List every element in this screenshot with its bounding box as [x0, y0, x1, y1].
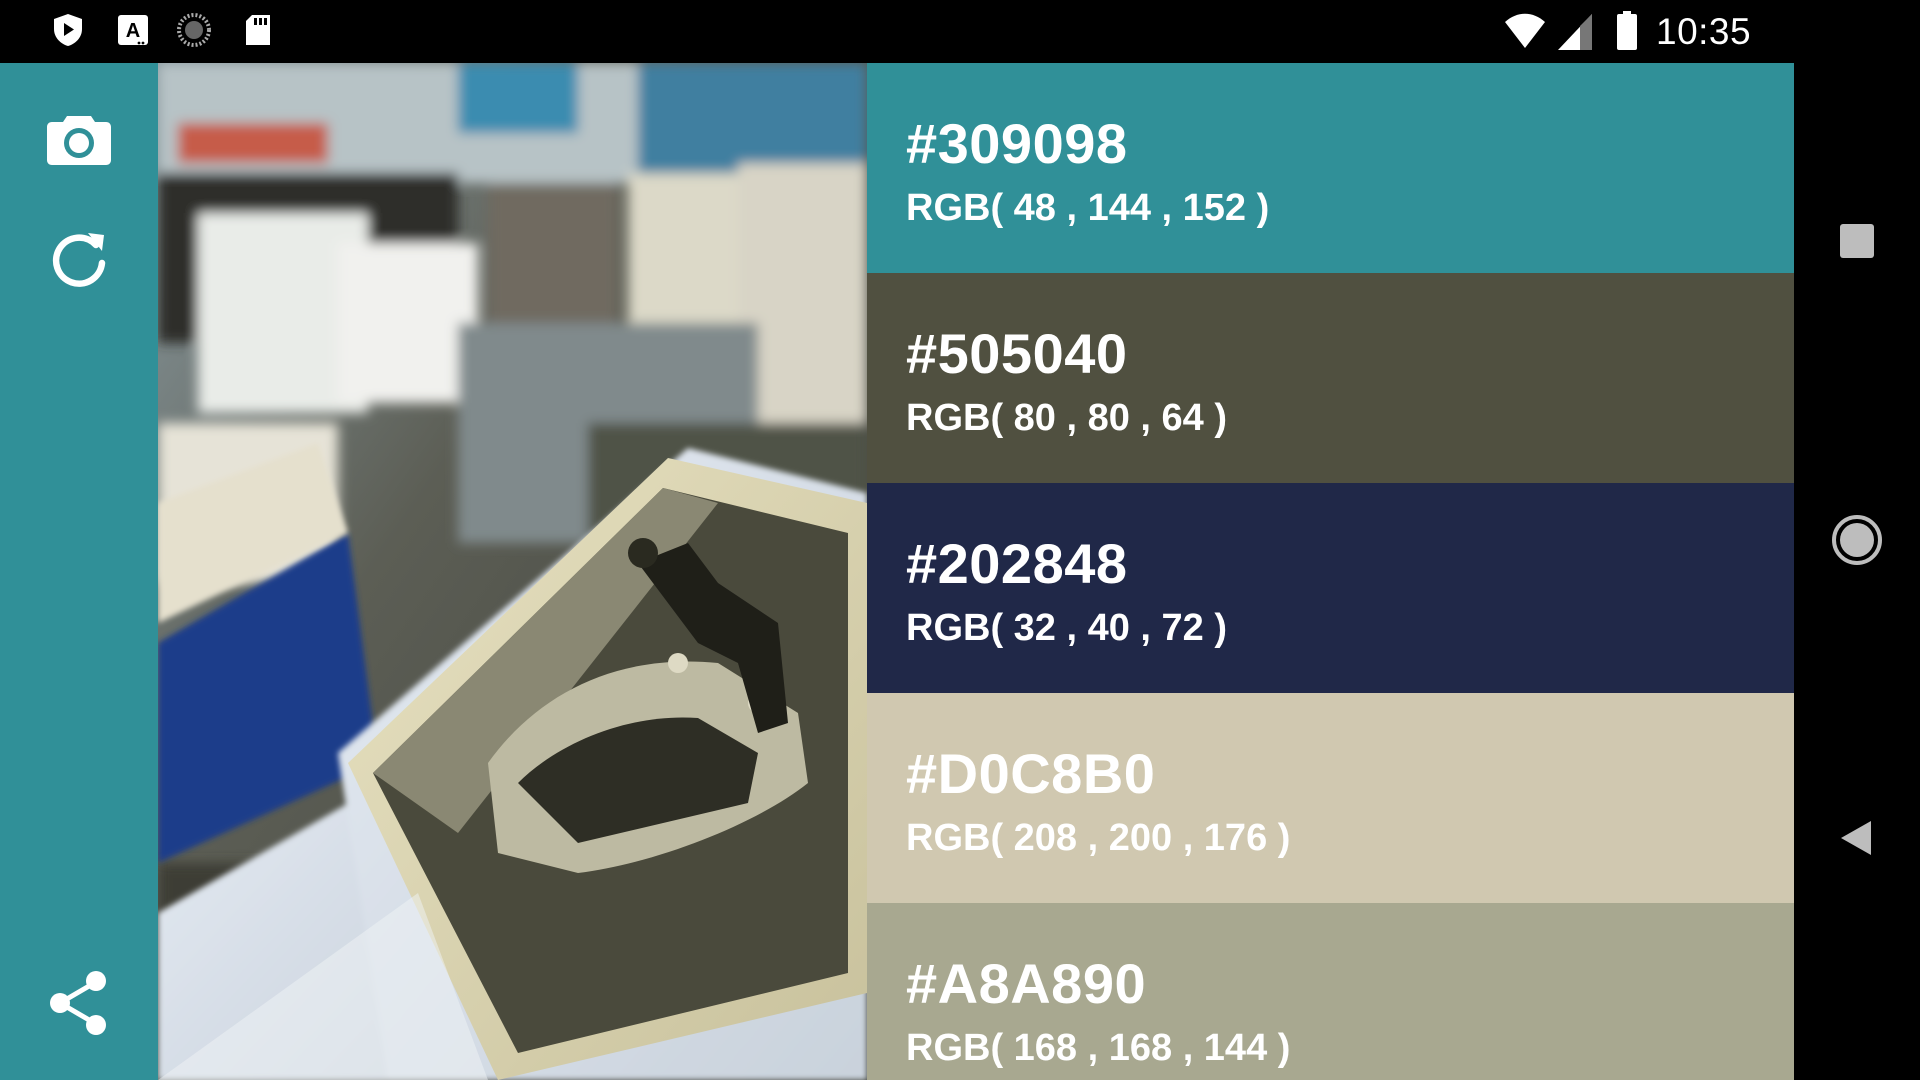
- camera-icon: [47, 116, 111, 165]
- swatch-rgb: RGB( 208 , 200 , 176 ): [906, 817, 1291, 859]
- palette-swatch[interactable]: #309098 RGB( 48 , 144 , 152 ): [867, 63, 1794, 273]
- svg-text:A: A: [126, 20, 140, 42]
- palette-swatch[interactable]: #202848 RGB( 32 , 40 , 72 ): [867, 483, 1794, 693]
- swatch-hex: #D0C8B0: [906, 742, 1156, 805]
- battery-icon: [1614, 0, 1640, 63]
- swatch-rgb: RGB( 32 , 40 , 72 ): [906, 607, 1228, 649]
- swatch-rgb: RGB( 48 , 144 , 152 ): [906, 187, 1270, 229]
- swatch-hex: #505040: [906, 322, 1128, 385]
- share-button[interactable]: [39, 963, 119, 1043]
- home-button[interactable]: [1824, 507, 1890, 573]
- refresh-icon: [52, 233, 106, 287]
- color-palette: #309098 RGB( 48 , 144 , 152 ) #505040 RG…: [867, 63, 1794, 1080]
- swatch-hex: #202848: [906, 532, 1128, 595]
- share-icon: [50, 971, 106, 1035]
- swatch-rgb: RGB( 80 , 80 , 64 ): [906, 397, 1228, 439]
- recents-icon: [1840, 224, 1874, 258]
- play-protect-icon: [50, 12, 86, 48]
- wifi-icon: [1503, 0, 1547, 63]
- font-a-icon: A: [115, 12, 151, 48]
- palette-swatch[interactable]: #505040 RGB( 80 , 80 , 64 ): [867, 273, 1794, 483]
- swatch-rgb: RGB( 168 , 168 , 144 ): [906, 1027, 1291, 1069]
- home-icon: [1832, 515, 1882, 565]
- swatch-hex: #A8A890: [906, 952, 1147, 1015]
- back-button[interactable]: [1824, 805, 1890, 871]
- swatch-hex: #309098: [906, 112, 1128, 175]
- clock: 10:35: [1656, 11, 1752, 52]
- back-icon: [1841, 821, 1871, 855]
- loading-dial-icon: [176, 12, 212, 48]
- source-photo: [158, 63, 867, 1080]
- action-rail: [0, 63, 158, 1080]
- palette-swatch[interactable]: #D0C8B0 RGB( 208 , 200 , 176 ): [867, 693, 1794, 903]
- navigation-bar: [1794, 63, 1920, 1080]
- status-bar: A 10:35: [0, 0, 1920, 63]
- camera-button[interactable]: [39, 100, 119, 180]
- cell-signal-icon: [1556, 0, 1596, 63]
- sd-card-icon: [240, 12, 276, 48]
- recents-button[interactable]: [1824, 208, 1890, 274]
- palette-swatch[interactable]: #A8A890 RGB( 168 , 168 , 144 ): [867, 903, 1794, 1080]
- refresh-button[interactable]: [39, 220, 119, 300]
